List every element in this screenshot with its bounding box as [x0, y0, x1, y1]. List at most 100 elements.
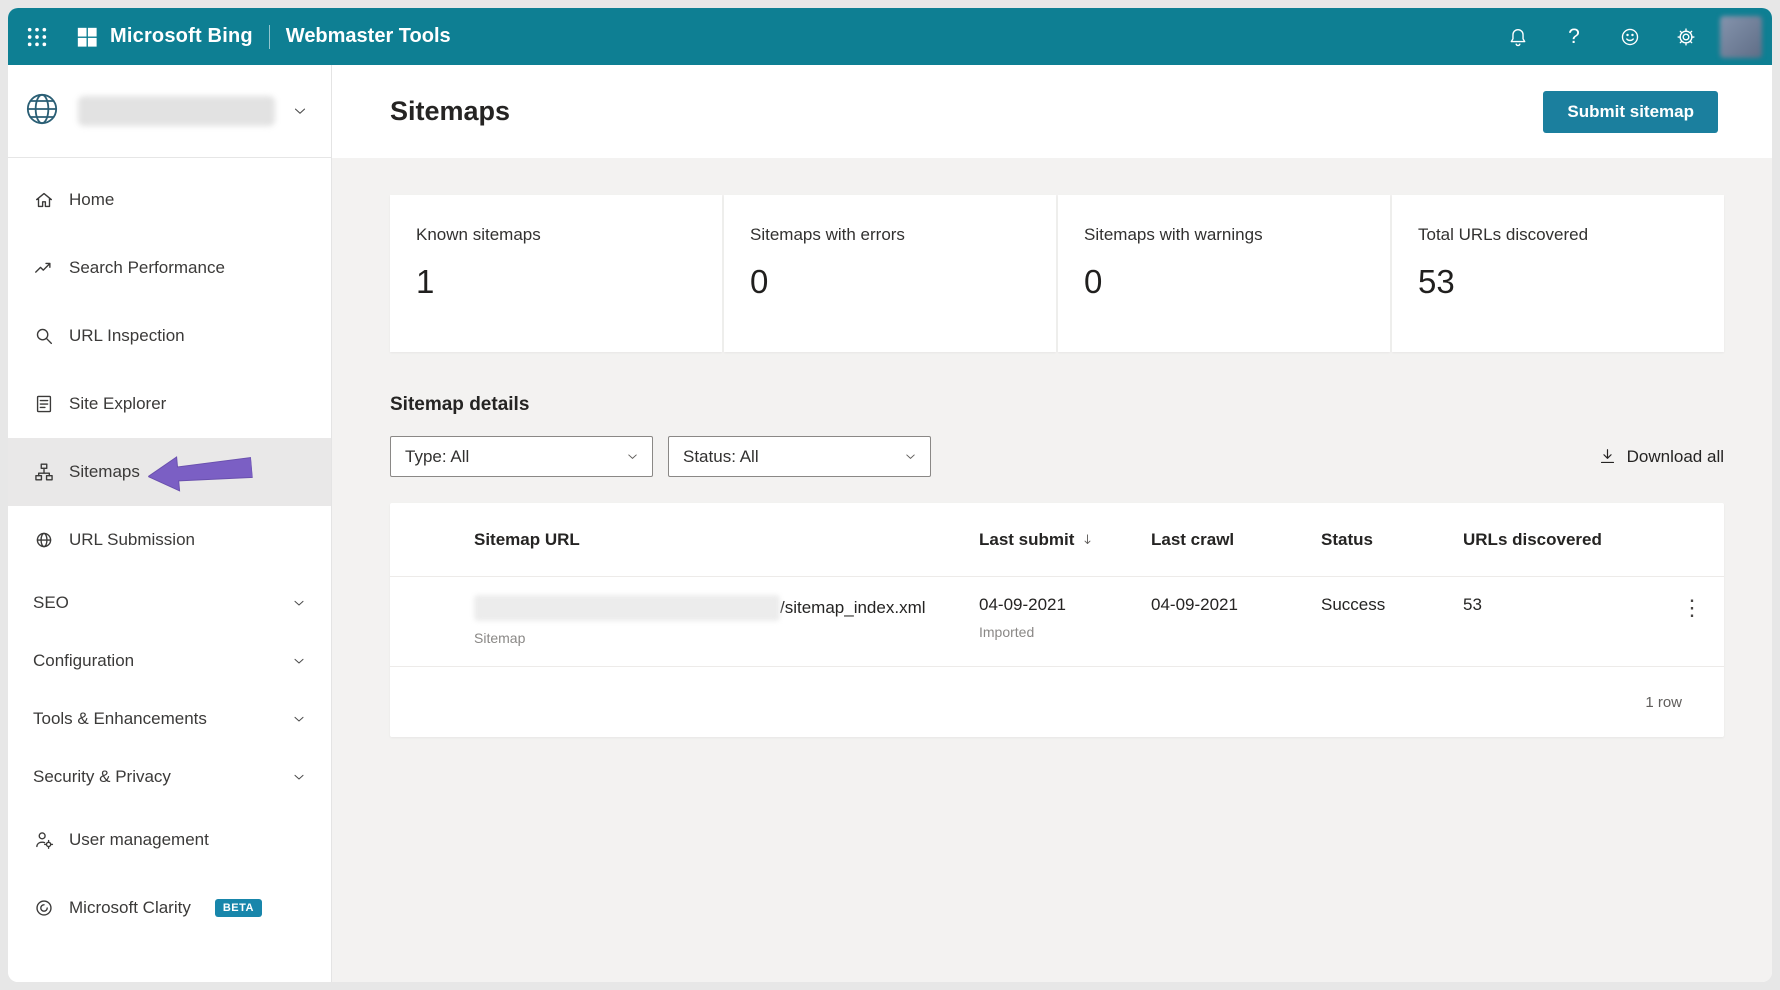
main-area: Sitemaps Submit sitemap Known sitemaps 1… — [332, 65, 1772, 982]
column-header-last-crawl[interactable]: Last crawl — [1151, 530, 1321, 550]
stats-row: Known sitemaps 1 Sitemaps with errors 0 … — [390, 195, 1724, 352]
url-prefix-blurred — [474, 595, 780, 621]
sort-descending-icon — [1080, 532, 1095, 547]
sidebar-item-home[interactable]: Home — [8, 166, 331, 234]
column-header-status[interactable]: Status — [1321, 530, 1463, 550]
last-submit-note: Imported — [979, 624, 1035, 640]
last-crawl-cell: 04-09-2021 — [1151, 595, 1238, 614]
sitemaps-table: Sitemap URL Last submit Last crawl Statu… — [390, 503, 1724, 737]
status-filter-dropdown[interactable]: Status: All — [668, 436, 931, 477]
site-selector[interactable] — [8, 65, 331, 158]
type-filter-value: Type: All — [405, 446, 470, 466]
column-header-sitemap-url[interactable]: Sitemap URL — [390, 530, 979, 550]
sidebar-item-label: User management — [69, 830, 209, 849]
section-title: Sitemap details — [390, 394, 530, 415]
avatar[interactable] — [1720, 15, 1762, 58]
url-suffix: /sitemap_index.xml — [780, 598, 926, 617]
type-filter-dropdown[interactable]: Type: All — [390, 436, 653, 477]
sidebar-item-microsoft-clarity[interactable]: Microsoft Clarity BETA — [8, 874, 331, 942]
sidebar-item-label: URL Submission — [69, 530, 195, 549]
sidebar-nav: Home Search Performance URL Inspection S… — [8, 158, 331, 942]
sidebar-item-label: Configuration — [33, 651, 135, 670]
download-all-label: Download all — [1626, 446, 1724, 466]
sidebar-item-label: Security & Privacy — [33, 767, 171, 786]
sidebar-item-search-performance[interactable]: Search Performance — [8, 234, 331, 302]
beta-badge: BETA — [214, 899, 262, 917]
sitemap-icon — [33, 461, 55, 483]
microsoft-logo-icon — [76, 26, 98, 48]
waffle-icon[interactable] — [22, 8, 52, 65]
sidebar-item-seo[interactable]: SEO — [8, 574, 331, 632]
sidebar-item-label: Microsoft Clarity — [69, 898, 191, 917]
stat-label: Sitemaps with warnings — [1084, 225, 1263, 244]
trend-up-icon — [33, 257, 55, 279]
home-icon — [33, 189, 55, 211]
chevron-down-icon — [291, 769, 307, 785]
sidebar-item-configuration[interactable]: Configuration — [8, 632, 331, 690]
status-filter-value: Status: All — [683, 446, 759, 466]
stat-label: Known sitemaps — [416, 225, 541, 244]
stat-card-total-urls-discovered: Total URLs discovered 53 — [1392, 195, 1724, 352]
gear-icon[interactable] — [1658, 8, 1714, 65]
table-header-row: Sitemap URL Last submit Last crawl Statu… — [390, 503, 1724, 577]
row-count: 1 row — [1645, 693, 1682, 711]
sidebar-item-tools-enhancements[interactable]: Tools & Enhancements — [8, 690, 331, 748]
download-icon — [1598, 447, 1617, 466]
app-window: Microsoft Bing Webmaster Tools ? Home Se… — [8, 8, 1772, 982]
filters-row: Type: All Status: All Download all — [390, 436, 1724, 477]
stat-card-known-sitemaps: Known sitemaps 1 — [390, 195, 722, 352]
stat-value: 1 — [416, 263, 435, 300]
site-name-blurred — [78, 96, 275, 126]
table-footer: 1 row — [390, 667, 1724, 737]
stat-value: 53 — [1418, 263, 1455, 300]
chevron-down-icon — [903, 449, 918, 464]
chevron-down-icon — [291, 653, 307, 669]
product-title: Webmaster Tools — [285, 25, 451, 47]
sidebar-item-user-management[interactable]: User management — [8, 806, 331, 874]
clarity-icon — [33, 897, 55, 919]
topbar: Microsoft Bing Webmaster Tools ? — [8, 8, 1772, 65]
stat-card-sitemaps-with-errors: Sitemaps with errors 0 — [724, 195, 1056, 352]
submit-sitemap-button[interactable]: Submit sitemap — [1543, 90, 1718, 133]
bell-icon[interactable] — [1490, 8, 1546, 65]
sidebar-item-security-privacy[interactable]: Security & Privacy — [8, 748, 331, 806]
sidebar-item-site-explorer[interactable]: Site Explorer — [8, 370, 331, 438]
stat-value: 0 — [1084, 263, 1103, 300]
main-header: Sitemaps Submit sitemap — [332, 65, 1772, 158]
sidebar-item-sitemaps[interactable]: Sitemaps — [8, 438, 331, 506]
sidebar-item-label: Site Explorer — [69, 394, 167, 413]
sidebar-item-label: URL Inspection — [69, 326, 185, 345]
smiley-icon[interactable] — [1602, 8, 1658, 65]
stat-card-sitemaps-with-warnings: Sitemaps with warnings 0 — [1058, 195, 1390, 352]
help-icon[interactable]: ? — [1546, 8, 1602, 65]
sidebar-item-label: SEO — [33, 593, 69, 612]
column-header-urls-discovered[interactable]: URLs discovered — [1463, 530, 1660, 550]
chevron-down-icon — [291, 595, 307, 611]
row-menu-kebab-icon[interactable]: ⋮ — [1660, 595, 1724, 621]
search-icon — [33, 325, 55, 347]
sidebar-item-label: Sitemaps — [69, 462, 140, 481]
brand-title: Microsoft Bing — [110, 25, 253, 47]
column-header-last-submit[interactable]: Last submit — [979, 530, 1151, 550]
sidebar: Home Search Performance URL Inspection S… — [8, 65, 332, 982]
site-explorer-icon — [33, 393, 55, 415]
sidebar-item-label: Search Performance — [69, 258, 225, 277]
urls-discovered-cell: 53 — [1463, 595, 1482, 614]
stat-value: 0 — [750, 263, 769, 300]
download-all-button[interactable]: Download all — [1598, 447, 1724, 467]
brand-separator — [268, 24, 270, 49]
page-title: Sitemaps — [390, 96, 511, 126]
chevron-down-icon — [625, 449, 640, 464]
last-submit-cell: 04-09-2021 Imported — [979, 595, 1151, 640]
sidebar-item-url-submission[interactable]: URL Submission — [8, 506, 331, 574]
globe-icon — [33, 529, 55, 551]
sidebar-item-url-inspection[interactable]: URL Inspection — [8, 302, 331, 370]
sidebar-item-label: Home — [69, 190, 115, 209]
table-row[interactable]: /sitemap_index.xml Sitemap 04-09-2021 Im… — [390, 577, 1724, 667]
globe-icon — [22, 89, 62, 134]
person-gear-icon — [33, 829, 55, 851]
sitemap-type-label: Sitemap — [474, 630, 526, 646]
main-content: Known sitemaps 1 Sitemaps with errors 0 … — [332, 158, 1772, 982]
chevron-down-icon — [291, 711, 307, 727]
status-cell: Success — [1321, 595, 1386, 614]
